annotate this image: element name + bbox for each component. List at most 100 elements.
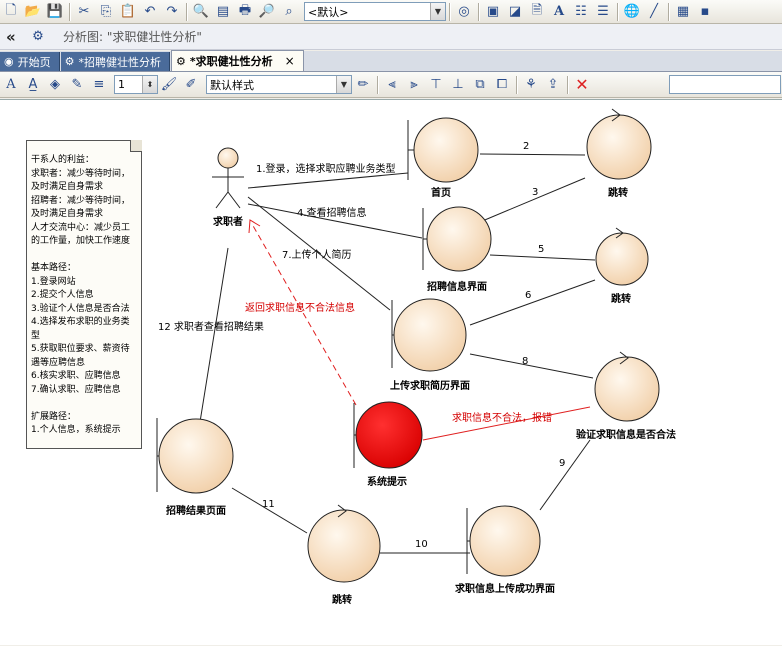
same-size-icon[interactable]: ⧉	[470, 75, 490, 95]
msg-m8: 8	[522, 356, 529, 367]
layout-icon[interactable]: ▦	[673, 2, 693, 22]
link-m12[interactable]	[199, 247, 229, 423]
align-right-icon[interactable]: ⫸	[404, 75, 424, 95]
separator	[186, 2, 187, 21]
control-jump1[interactable]	[586, 108, 652, 180]
node-label-system-prompt: 系统提示	[367, 477, 407, 488]
boundary-recruit-info[interactable]	[422, 206, 492, 272]
delete-icon[interactable]: ✕	[572, 75, 592, 95]
control-jump3[interactable]	[307, 504, 381, 583]
diagram-type-icon: ⚙	[32, 29, 44, 44]
paste-icon[interactable]: 📋	[118, 2, 138, 22]
copy-icon[interactable]: ⎘	[96, 2, 116, 22]
msg-m7: 7.上传个人简历	[282, 250, 352, 261]
font-icon[interactable]: A	[549, 2, 569, 22]
line-color-icon[interactable]: ✎	[67, 75, 87, 95]
msg-m1: 1.登录，选择求职应聘业务类型	[256, 164, 396, 175]
separator	[69, 2, 70, 21]
msg-m2: 2	[523, 141, 530, 152]
node-label-result-page: 招聘结果页面	[166, 506, 226, 517]
preview-icon[interactable]: ▤	[213, 2, 233, 22]
fill-color-icon[interactable]: ◈	[45, 75, 65, 95]
control-validate[interactable]	[594, 351, 660, 422]
print-icon[interactable]: 🖶	[235, 2, 255, 22]
format-painter-icon[interactable]: 🖌	[159, 75, 179, 95]
eyedropper-icon[interactable]: ✐	[181, 75, 201, 95]
line-style-icon[interactable]: ≡	[89, 75, 109, 95]
text-color-icon[interactable]: A̲	[23, 75, 43, 95]
link-m5[interactable]	[489, 254, 596, 261]
node-label-upload-success: 求职信息上传成功界面	[455, 584, 555, 595]
boundary-system-prompt[interactable]	[353, 401, 423, 469]
msg-error-illegal: 求职信息不合法，报错	[452, 413, 552, 424]
note-fold	[130, 140, 142, 152]
hierarchy-icon[interactable]: ⚘	[521, 75, 541, 95]
properties-icon[interactable]: ☷	[571, 2, 591, 22]
chevron-down-icon[interactable]: ▼	[430, 3, 445, 20]
more-icon[interactable]: ▪	[695, 2, 715, 22]
tab-label: *求职健壮性分析	[189, 55, 273, 68]
link-m8[interactable]	[469, 353, 594, 379]
target-icon[interactable]: ◎	[454, 2, 474, 22]
find-icon[interactable]: 🔍	[191, 2, 211, 22]
diagram-canvas[interactable]: 干系人的利益： 求职者：减少等待时间， 及时满足自身需求 招聘者：减少等待时间，…	[0, 99, 782, 645]
perspective-combo[interactable]: <默认> ▼	[304, 2, 446, 21]
style-combo[interactable]: 默认样式 ▼	[206, 75, 352, 94]
tab-jobseek-analysis[interactable]: ⚙ *求职健壮性分析 ×	[170, 50, 304, 71]
arrowhead-icon	[248, 219, 261, 234]
format-toolbar: A A̲ ◈ ✎ ≡ 1 ⬍ 🖌 ✐ 默认样式 ▼ ✏ ⫷ ⫸ ⊤ ⊥ ⧉ ⧠ …	[0, 72, 782, 98]
font-icon[interactable]: A	[1, 75, 21, 95]
connectors	[199, 153, 596, 554]
diagram-icon[interactable]: ◪	[505, 2, 525, 22]
stakeholder-note[interactable]: 干系人的利益： 求职者：减少等待时间， 及时满足自身需求 招聘者：减少等待时间，…	[26, 140, 142, 449]
zoom-icon[interactable]: ⌕	[279, 2, 299, 22]
highlight-icon[interactable]: ✏	[353, 75, 373, 95]
open-icon[interactable]: 📂	[23, 2, 43, 22]
group-icon[interactable]: ⧠	[492, 75, 512, 95]
diagram-title: 分析图: "求职健壮性分析"	[63, 30, 202, 44]
document-icon[interactable]: 🗎	[527, 2, 547, 22]
list-icon[interactable]: ☰	[593, 2, 613, 22]
align-bottom-icon[interactable]: ⊥	[448, 75, 468, 95]
line-width-value: 1	[118, 78, 125, 91]
close-icon[interactable]: ×	[285, 54, 295, 68]
link-m11[interactable]	[231, 487, 308, 534]
link-m1[interactable]	[247, 172, 409, 189]
actor-jobseeker[interactable]	[212, 147, 244, 209]
search-input[interactable]	[669, 75, 781, 94]
connector-icon[interactable]: ╱	[644, 2, 664, 22]
undo-icon[interactable]: ↶	[140, 2, 160, 22]
spin-icon[interactable]: ⬍	[142, 76, 157, 93]
boundary-homepage[interactable]	[407, 117, 479, 183]
link-m3[interactable]	[479, 177, 586, 223]
actor-label: 求职者	[213, 217, 243, 228]
back-icon[interactable]: «	[6, 28, 22, 46]
msg-m11: 11	[262, 499, 275, 510]
boundary-upload-resume[interactable]	[391, 298, 467, 372]
link-m9[interactable]	[539, 439, 591, 511]
tab-start-page[interactable]: ◉ 开始页	[0, 52, 60, 71]
new-icon[interactable]: 🗋	[1, 2, 21, 22]
link-m6[interactable]	[469, 279, 596, 326]
node-label-jump3: 跳转	[332, 595, 352, 606]
align-left-icon[interactable]: ⫷	[382, 75, 402, 95]
tab-recruit-analysis[interactable]: ⚙ *招聘健壮性分析	[60, 52, 170, 71]
element-icon[interactable]: ▣	[483, 2, 503, 22]
cut-icon[interactable]: ✂	[74, 2, 94, 22]
boundary-upload-success[interactable]	[466, 505, 541, 577]
node-label-jump2: 跳转	[611, 294, 631, 305]
globe-icon[interactable]: 🌐	[622, 2, 642, 22]
save-icon[interactable]: 💾	[45, 2, 65, 22]
control-jump2[interactable]	[595, 227, 649, 286]
node-label-upload-resume: 上传求职简历界面	[390, 381, 470, 392]
export-icon[interactable]: ⇪	[543, 75, 563, 95]
main-toolbar: 🗋 📂 💾 ✂ ⎘ 📋 ↶ ↷ 🔍 ▤ 🖶 🔎 ⌕ <默认> ▼ ◎ ▣ ◪ 🗎…	[0, 0, 782, 24]
chevron-down-icon[interactable]: ▼	[336, 76, 351, 93]
node-label-homepage: 首页	[431, 188, 451, 199]
line-width-stepper[interactable]: 1 ⬍	[114, 75, 158, 94]
boundary-result-page[interactable]	[156, 418, 234, 494]
redo-icon[interactable]: ↷	[162, 2, 182, 22]
link-m2[interactable]	[479, 153, 586, 156]
align-top-icon[interactable]: ⊤	[426, 75, 446, 95]
search-icon[interactable]: 🔎	[257, 2, 277, 22]
